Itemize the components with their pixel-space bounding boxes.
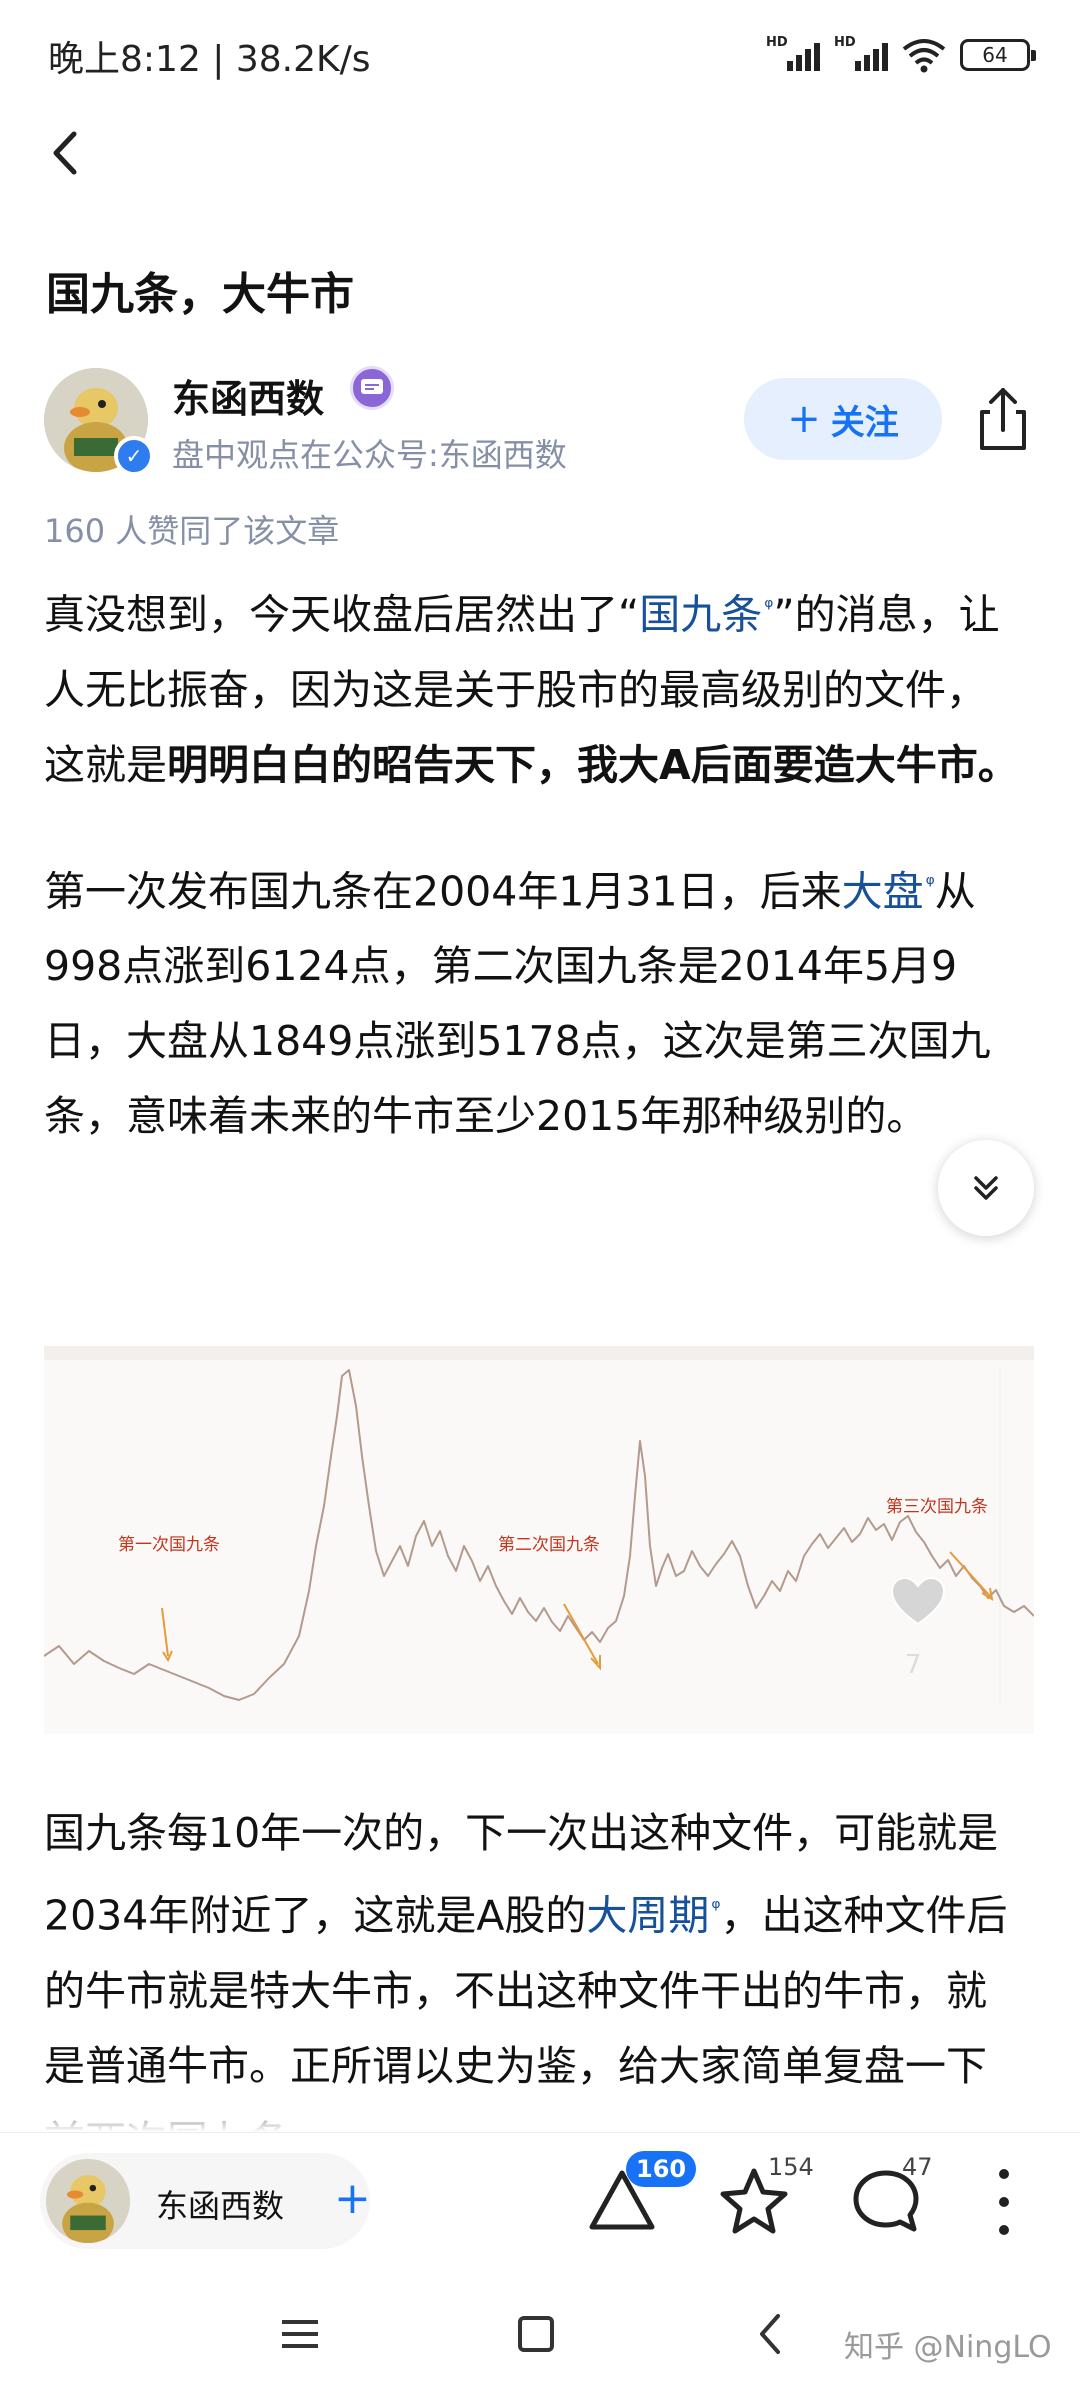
author-chip-name: 东函西数	[156, 2187, 285, 2225]
favorite-count: 154	[768, 2153, 814, 2181]
heart-count: 7	[905, 1650, 922, 1680]
search-icon: ᵠ	[711, 1896, 721, 1921]
expand-button[interactable]	[938, 1140, 1034, 1236]
back-nav-icon[interactable]	[742, 2304, 802, 2364]
plus-icon: +	[787, 396, 821, 442]
annotation-first: 第一次国九条	[118, 1535, 220, 1555]
chevron-double-down-icon	[974, 1176, 998, 1200]
article-body-continued: 国九条每10年一次的，下一次出这种文件，可能就是2034年附近了，这就是A股的大…	[44, 1796, 1024, 2131]
author-badge-icon	[350, 366, 394, 410]
watermark: 知乎 @NingLO	[844, 2330, 1052, 2365]
article-title: 国九条，大牛市	[46, 269, 354, 320]
status-bar: 晚上8:12 | 38.2K/s HD HD 64	[0, 0, 1080, 110]
content-fade	[0, 2090, 1080, 2132]
status-time: 晚上8:12 | 38.2K/s	[48, 39, 371, 80]
comment-count: 47	[902, 2153, 933, 2181]
signal-icon-2: HD	[834, 35, 888, 75]
annotation-third: 第三次国九条	[886, 1497, 988, 1517]
paragraph-1: 真没想到，今天收盘后居然出了“国九条ᵠ”的消息，让人无比振奋，因为这是关于股市的…	[44, 590, 1019, 789]
author-name[interactable]: 东函西数	[172, 368, 324, 423]
search-icon: ᵠ	[925, 871, 935, 897]
back-icon[interactable]	[40, 118, 100, 188]
author-chip[interactable]: 东函西数 +	[40, 2153, 371, 2249]
follow-plus-icon[interactable]: +	[334, 2171, 371, 2227]
upvote-count-badge: 160	[626, 2151, 697, 2187]
verified-badge-icon: ✓	[114, 436, 154, 476]
menu-icon[interactable]	[270, 2304, 330, 2364]
wifi-icon	[902, 39, 946, 73]
author-avatar-small	[46, 2159, 130, 2243]
link-dapan[interactable]: 大盘	[842, 867, 924, 915]
link-guojiutiao[interactable]: 国九条	[639, 591, 762, 639]
share-icon[interactable]	[970, 382, 1036, 456]
more-options-icon[interactable]	[984, 2169, 1024, 2235]
heart-icon[interactable]	[888, 1574, 948, 1628]
follow-label: 关注	[830, 402, 899, 443]
stock-chart-image[interactable]: 第一次国九条 第二次国九条 第三次国九条	[44, 1346, 1034, 1734]
follow-button[interactable]: + 关注	[744, 378, 942, 460]
link-dazhouqi[interactable]: 大周期	[586, 1892, 709, 1940]
annotation-second: 第二次国九条	[498, 1535, 600, 1555]
likes-summary: 160 人赞同了该文章	[44, 512, 340, 550]
battery-icon: 64	[960, 39, 1036, 71]
status-icons: HD HD 64	[766, 30, 1036, 80]
signal-icon: HD	[766, 35, 820, 75]
paragraph-2: 第一次发布国九条在2004年1月31日，后来大盘ᵠ从998点涨到6124点，第二…	[44, 867, 991, 1141]
bottom-action-bar: 东函西数 + 160 154 47	[0, 2132, 1080, 2268]
author-bio: 盘中观点在公众号:东函西数	[172, 436, 567, 474]
bold-text: 明明白白的昭告天下，我大A后面要造大牛市。	[167, 740, 1019, 789]
article-body: 真没想到，今天收盘后居然出了“国九条ᵠ”的消息，让人无比振奋，因为这是关于股市的…	[44, 570, 1024, 1154]
paragraph-3: 国九条每10年一次的，下一次出这种文件，可能就是2034年附近了，这就是A股的大…	[44, 1809, 1008, 2131]
home-icon[interactable]	[506, 2304, 566, 2364]
